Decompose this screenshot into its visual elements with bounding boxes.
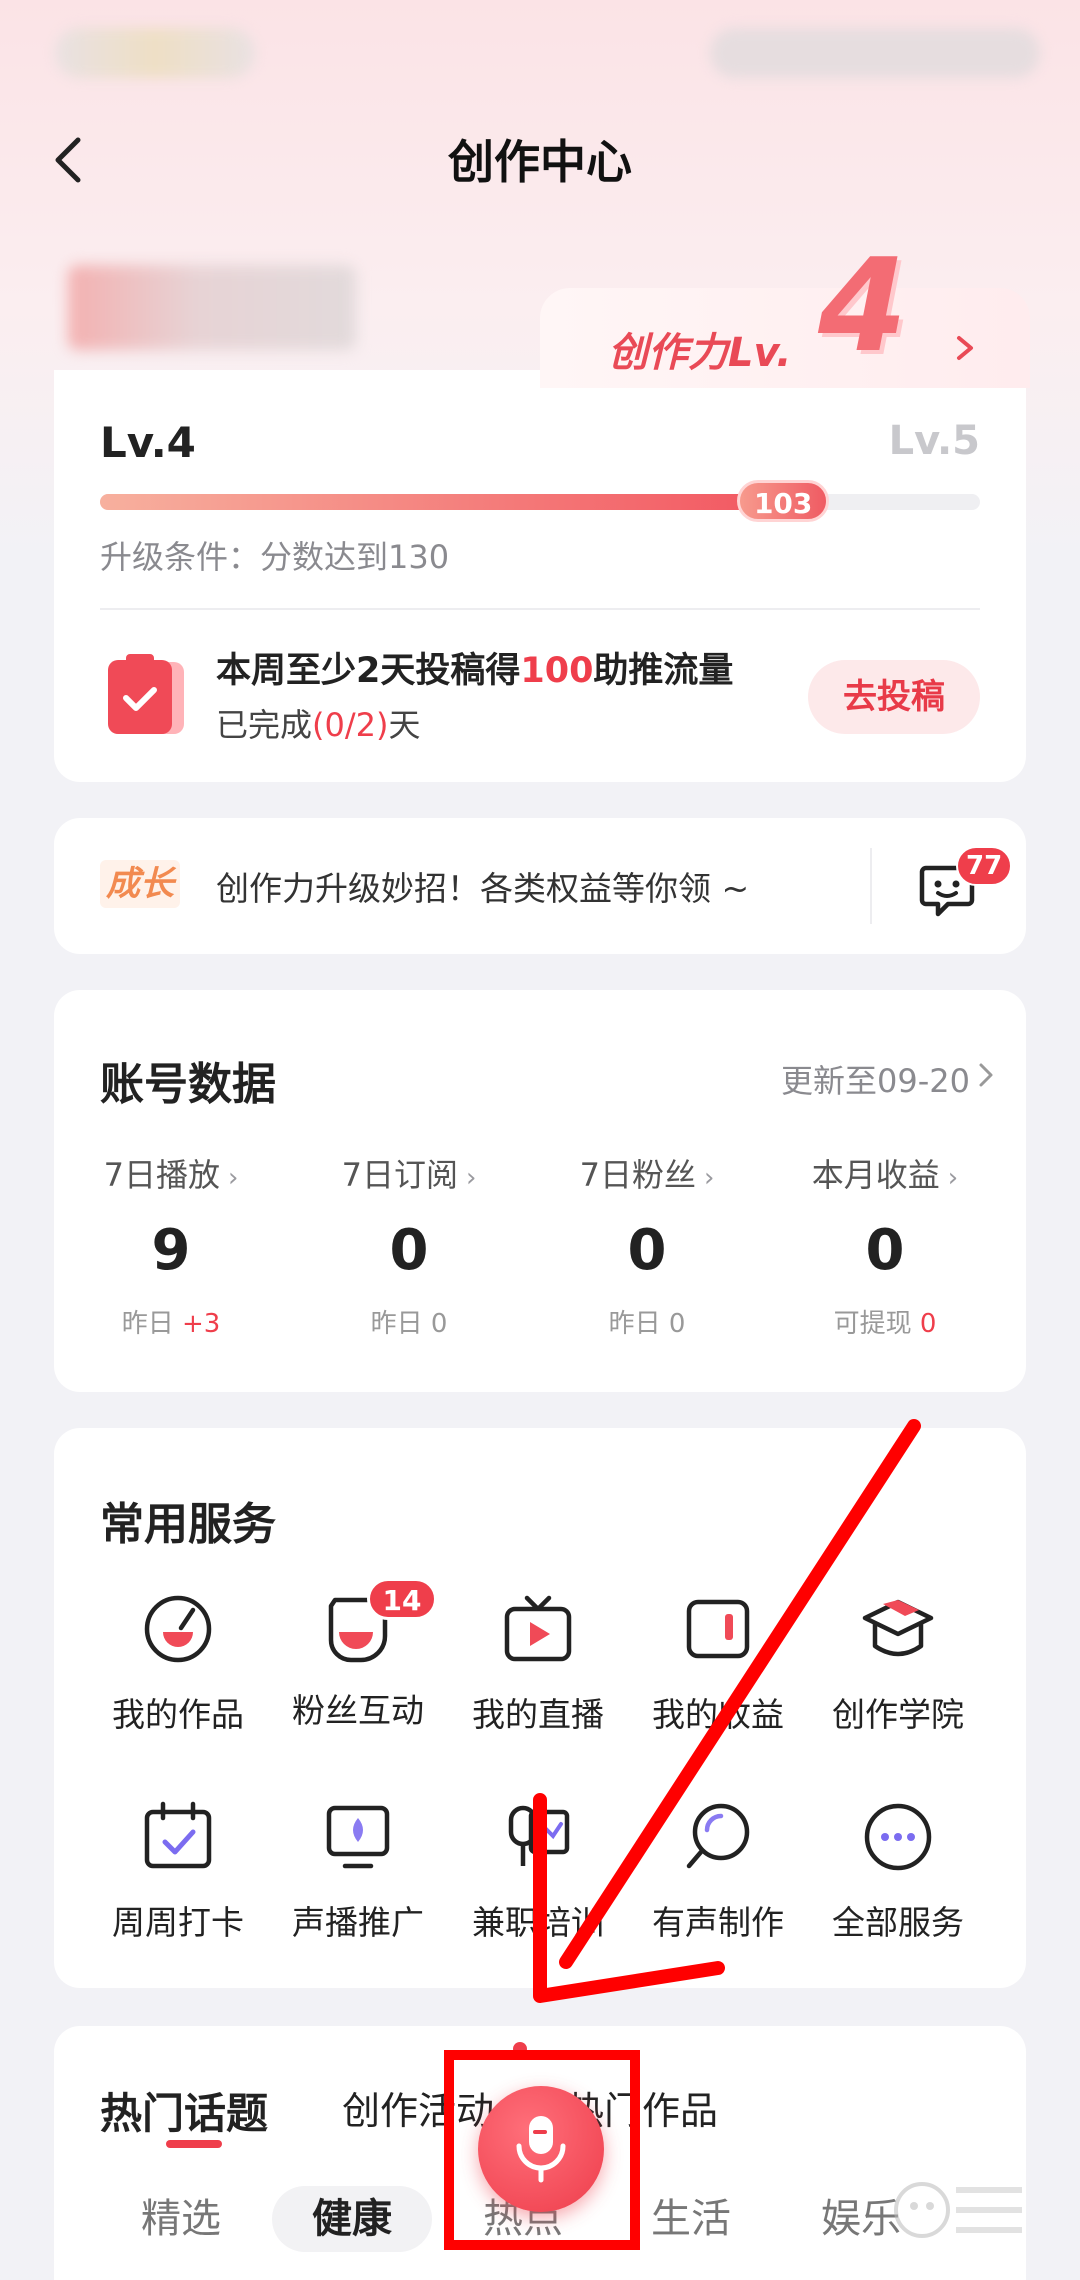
stat-value: 0 (627, 1218, 667, 1283)
growth-text[interactable]: 创作力升级妙招！各类权益等你领 ~ (216, 862, 749, 910)
calendar-check-icon (144, 1801, 212, 1869)
promote-icon (326, 1805, 390, 1869)
service-label: 粉丝互动 (292, 1691, 424, 1730)
training-icon (508, 1805, 570, 1866)
divider (870, 848, 872, 924)
level-card-top (54, 372, 574, 412)
stat-yesterday: 昨日 0 (608, 1309, 686, 1339)
service-label: 全部服务 (832, 1903, 964, 1942)
more-icon (864, 1803, 932, 1871)
weekly-task-title: 本周至少2天投稿得100助推流量 (216, 651, 734, 691)
level-progress-fill (100, 494, 797, 510)
progress-score-badge: 103 (736, 480, 830, 522)
service-label: 兼职培训 (472, 1903, 604, 1942)
service-label: 我的直播 (472, 1695, 604, 1734)
level-tab-number: 4 (818, 232, 908, 381)
academy-icon (862, 1599, 934, 1657)
annotation-highlight-box (444, 2050, 640, 2250)
current-level: Lv.4 (100, 418, 196, 467)
stat-label: 7日订阅 › (341, 1156, 477, 1194)
service-label: 有声制作 (652, 1903, 784, 1942)
stat-subscriptions[interactable]: 7日订阅 › 0 昨日 0 (294, 1150, 524, 1340)
service-fans-interaction[interactable]: 14 粉丝互动 (268, 1578, 448, 1732)
service-my-live[interactable]: 我的直播 (448, 1592, 628, 1736)
service-weekly-checkin[interactable]: 周周打卡 (88, 1800, 268, 1944)
level-progress-bar: 103 (100, 480, 980, 522)
audio-production-icon (686, 1803, 750, 1869)
service-label: 我的作品 (112, 1695, 244, 1734)
stat-withdrawable: 可提现 0 (833, 1309, 937, 1339)
live-tv-icon (504, 1595, 572, 1662)
chevron-right-icon[interactable] (978, 1062, 994, 1088)
service-label: 我的收益 (652, 1695, 784, 1734)
upgrade-condition: 升级条件：分数达到130 (100, 538, 450, 576)
stat-plays[interactable]: 7日播放 › 9 昨日 +3 (56, 1150, 286, 1340)
stat-yesterday: 昨日 0 (370, 1309, 448, 1339)
wallet-icon (686, 1599, 750, 1659)
service-my-earnings[interactable]: 我的收益 (628, 1592, 808, 1736)
account-data-updated[interactable]: 更新至09-20 (781, 1056, 970, 1102)
divider (100, 608, 980, 610)
service-audio-production[interactable]: 有声制作 (628, 1800, 808, 1944)
subtab-featured[interactable]: 精选 (116, 2186, 246, 2252)
stat-label: 7日播放 › (103, 1156, 239, 1194)
level-tab-label: 创作力Lv. (608, 330, 792, 376)
services-title: 常用服务 (100, 1499, 276, 1550)
growth-badge: 成长 (100, 860, 180, 908)
weekly-task-progress: 已完成(0/2)天 (216, 706, 421, 744)
stat-value: 9 (151, 1218, 191, 1283)
active-tab-indicator (166, 2140, 222, 2148)
status-bar-blurred-left (55, 28, 255, 78)
service-all-services[interactable]: 全部服务 (808, 1800, 988, 1944)
watermark-logo (894, 2182, 1022, 2238)
avatar-and-username-blurred (68, 265, 356, 350)
account-data-title: 账号数据 (100, 1059, 276, 1110)
clipboard-check-icon (108, 654, 184, 734)
service-label: 创作学院 (832, 1695, 964, 1734)
service-part-time-training[interactable]: 兼职培训 (448, 1800, 628, 1944)
service-label: 声播推广 (292, 1903, 424, 1942)
service-my-works[interactable]: 我的作品 (88, 1592, 268, 1736)
stat-fans[interactable]: 7日粉丝 › 0 昨日 0 (532, 1150, 762, 1340)
stat-earnings[interactable]: 本月收益 › 0 可提现 0 (770, 1150, 1000, 1340)
works-icon (144, 1595, 212, 1663)
stat-value: 0 (865, 1218, 905, 1283)
stat-label: 7日粉丝 › (579, 1156, 715, 1194)
page-title: 创作中心 (448, 135, 632, 189)
chevron-right-icon[interactable] (950, 330, 980, 366)
submit-work-button[interactable]: 去投稿 (808, 660, 980, 734)
fans-badge: 14 (367, 1578, 437, 1620)
message-count-badge: 77 (956, 846, 1013, 886)
stat-label: 本月收益 › (811, 1156, 959, 1194)
subtab-health[interactable]: 健康 (272, 2186, 432, 2252)
top-bar: 创作中心 (0, 100, 1080, 220)
next-level: Lv.5 (888, 418, 980, 464)
service-label: 周周打卡 (112, 1903, 244, 1942)
service-audio-promotion[interactable]: 声播推广 (268, 1800, 448, 1944)
subtab-life[interactable]: 生活 (626, 2186, 756, 2252)
stat-value: 0 (389, 1218, 429, 1283)
tab-hot-topics[interactable]: 热门话题 (100, 2080, 268, 2141)
status-bar-blurred-right (710, 28, 1040, 78)
service-creator-academy[interactable]: 创作学院 (808, 1592, 988, 1736)
stat-yesterday: 昨日 +3 (121, 1309, 221, 1339)
